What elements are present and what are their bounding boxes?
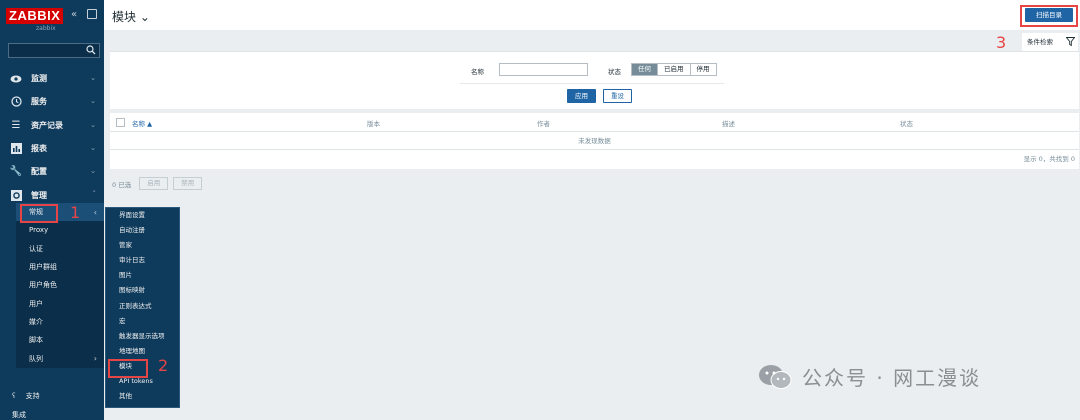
eye-icon xyxy=(10,73,22,85)
column-version: 版本 xyxy=(367,120,380,128)
wrench-icon: 🔧 xyxy=(9,166,23,178)
modules-table: 名称 ▲ 版本 作者 描述 状态 未发现数据 显示 0，共找到 0 xyxy=(110,113,1079,169)
chevron-right-icon: › xyxy=(93,354,97,364)
filter-divider xyxy=(460,83,724,84)
name-input[interactable] xyxy=(499,63,588,76)
status-option-disabled[interactable]: 停用 xyxy=(690,64,716,75)
column-status: 状态 xyxy=(900,120,913,128)
annotation-box-modules xyxy=(108,359,148,378)
menu-label: 报表 xyxy=(31,144,47,154)
integrations-link[interactable]: 集成 xyxy=(0,410,104,420)
gear-icon xyxy=(10,189,22,201)
annotation-box-general xyxy=(20,204,58,223)
main-menu: 监测 ⌄ 服务 ⌄ ☰ 资产记录 ⌄ 报表 ⌄ 🔧 配置 ⌄ 管理 ˄ xyxy=(0,67,104,207)
submenu-label: 认证 xyxy=(29,244,43,253)
annotation-box-scan xyxy=(1020,5,1078,27)
support-label: 支持 xyxy=(25,392,40,400)
page-header: 模块 ⌄ 扫描目录 xyxy=(104,0,1080,30)
filter-tab[interactable]: 条件检索 xyxy=(1022,33,1078,51)
no-data-row: 未发现数据 xyxy=(110,132,1079,150)
apply-button[interactable]: 应用 xyxy=(567,89,596,103)
menu-item-configuration[interactable]: 🔧 配置 ⌄ xyxy=(0,160,104,183)
chevron-down-icon: ⌄ xyxy=(90,120,96,129)
mass-actions: 0 已选 启用 禁用 xyxy=(112,177,207,190)
table-header: 名称 ▲ 版本 作者 描述 状态 xyxy=(110,113,1079,132)
submenu-item-scripts[interactable]: 脚本 xyxy=(16,331,104,349)
chevron-down-icon: ⌄ xyxy=(90,74,96,82)
submenu-label: Proxy xyxy=(29,226,49,235)
submenu-item-proxy[interactable]: Proxy xyxy=(16,221,104,239)
menu-label: 管理 xyxy=(31,190,47,200)
logo-row: ZABBIX zabbix « xyxy=(0,0,104,32)
chevron-down-icon: ⌄ xyxy=(139,10,150,24)
admin-submenu: 常规 ‹ Proxy 认证 用户群组 用户角色 用户 媒介 脚本 队列 › xyxy=(16,203,104,368)
selected-count: 0 已选 xyxy=(112,180,132,189)
menu-label: 服务 xyxy=(31,97,47,107)
menu-item-services[interactable]: 服务 ⌄ xyxy=(0,90,104,113)
result-count: 显示 0，共找到 0 xyxy=(1023,155,1075,163)
chevron-up-icon: ˄ xyxy=(92,190,97,199)
integrations-label: 集成 xyxy=(12,411,26,419)
submenu-item-user-groups[interactable]: 用户群组 xyxy=(16,258,104,276)
chevron-down-icon: ⌄ xyxy=(90,143,96,152)
menu-label: 资产记录 xyxy=(31,120,63,130)
submenu-label: 媒介 xyxy=(29,317,43,326)
page-title[interactable]: 模块 ⌄ xyxy=(112,8,150,25)
status-option-any[interactable]: 任何 xyxy=(632,64,658,75)
annotation-number-3: 3 xyxy=(996,33,1007,52)
chevron-left-icon: ‹ xyxy=(93,208,97,217)
watermark: 公众号 · 网工漫谈 xyxy=(758,362,981,391)
status-segmented-control: 任何 已启用 停用 xyxy=(631,63,717,76)
column-description: 描述 xyxy=(722,120,735,128)
server-name: zabbix xyxy=(36,25,56,32)
submenu-label: 脚本 xyxy=(29,336,43,345)
support-icon: ʕ xyxy=(12,392,16,400)
disable-button[interactable]: 禁用 xyxy=(173,177,203,190)
submenu-item-user-roles[interactable]: 用户角色 xyxy=(16,276,104,294)
clock-icon xyxy=(10,96,22,108)
column-author: 作者 xyxy=(537,120,550,128)
submenu-item-users[interactable]: 用户 xyxy=(16,294,104,312)
bar-chart-icon xyxy=(10,143,22,155)
watermark-text: 公众号 · 网工漫谈 xyxy=(802,366,982,390)
filter-icon xyxy=(1066,37,1075,46)
page-title-text: 模块 xyxy=(112,10,137,24)
reset-button[interactable]: 重设 xyxy=(603,89,632,103)
annotation-number-2: 2 xyxy=(158,356,169,375)
name-label: 名称 xyxy=(471,68,484,76)
submenu-label: 用户群组 xyxy=(29,263,57,272)
submenu-label: 用户角色 xyxy=(29,281,57,290)
enable-button[interactable]: 启用 xyxy=(139,177,169,190)
menu-item-reports[interactable]: 报表 ⌄ xyxy=(0,137,104,160)
status-label: 状态 xyxy=(608,68,621,76)
search-icon[interactable] xyxy=(86,45,96,55)
select-all-checkbox[interactable] xyxy=(116,118,125,127)
kiosk-mode-icon[interactable] xyxy=(87,9,97,19)
collapse-sidebar-icon[interactable]: « xyxy=(71,9,83,21)
support-link[interactable]: ʕ 支持 xyxy=(0,386,104,406)
menu-label: 配置 xyxy=(31,167,47,177)
submenu-label: 用户 xyxy=(29,299,43,308)
menu-item-monitoring[interactable]: 监测 ⌄ xyxy=(0,67,104,90)
status-option-enabled[interactable]: 已启用 xyxy=(658,64,691,75)
wechat-icon xyxy=(759,364,792,389)
chevron-down-icon: ⌄ xyxy=(90,97,96,106)
submenu-label: 队列 xyxy=(29,354,43,363)
filter-tab-label: 条件检索 xyxy=(1027,38,1053,46)
column-name[interactable]: 名称 ▲ xyxy=(132,118,152,128)
filter-panel: 名称 状态 任何 已启用 停用 应用 重设 xyxy=(110,51,1079,109)
sidebar-search-input[interactable] xyxy=(8,43,100,58)
submenu-item-media-types[interactable]: 媒介 xyxy=(16,313,104,331)
main-content: 模块 ⌄ 扫描目录 条件检索 名称 状态 任何 已启用 停用 应用 重设 名称 … xyxy=(104,0,1080,420)
menu-label: 监测 xyxy=(31,74,47,84)
list-icon: ☰ xyxy=(11,119,21,131)
annotation-number-1: 1 xyxy=(70,203,81,222)
chevron-down-icon: ⌄ xyxy=(90,167,96,176)
menu-item-inventory[interactable]: ☰ 资产记录 ⌄ xyxy=(0,114,104,137)
submenu-item-queue[interactable]: 队列 › xyxy=(16,349,104,367)
submenu-item-authentication[interactable]: 认证 xyxy=(16,240,104,258)
zabbix-logo[interactable]: ZABBIX xyxy=(6,8,64,24)
